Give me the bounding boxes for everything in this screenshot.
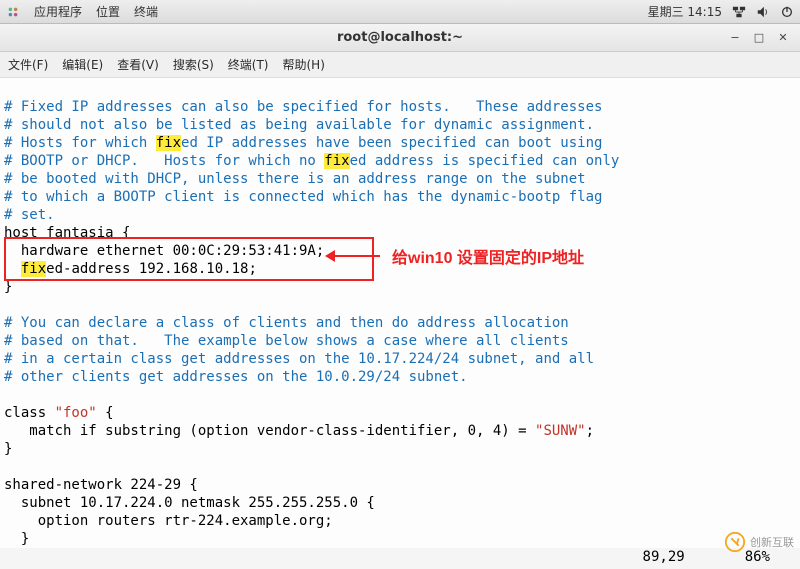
watermark-icon <box>724 531 746 553</box>
code-line: fixed-address 192.168.10.18; <box>4 261 257 277</box>
code-line: } <box>4 441 12 457</box>
comment-line: # You can declare a class of clients and… <box>4 315 569 331</box>
comment-line: # be booted with DHCP, unless there is a… <box>4 171 586 187</box>
comment-line: # to which a BOOTP client is connected w… <box>4 189 602 205</box>
highlight-fix: fix <box>21 261 46 277</box>
menu-file[interactable]: 文件(F) <box>8 56 48 73</box>
comment-line: # other clients get addresses on the 10.… <box>4 369 468 385</box>
comment-line: # based on that. The example below shows… <box>4 333 569 349</box>
code-line: match if substring (option vendor-class-… <box>4 423 594 439</box>
terminal-viewport[interactable]: # Fixed IP addresses can also be specifi… <box>0 78 800 548</box>
watermark: 创新互联 <box>724 531 794 553</box>
string-literal: "SUNW" <box>535 423 586 439</box>
highlight-fix: fix <box>324 153 349 169</box>
power-icon[interactable] <box>780 5 794 19</box>
app-menubar: 文件(F) 编辑(E) 查看(V) 搜索(S) 终端(T) 帮助(H) <box>0 52 800 78</box>
string-literal: "foo" <box>55 405 97 421</box>
watermark-text: 创新互联 <box>750 534 794 550</box>
menu-help[interactable]: 帮助(H) <box>283 56 325 73</box>
menu-edit[interactable]: 编辑(E) <box>62 56 103 73</box>
network-icon[interactable] <box>732 5 746 19</box>
comment-line: # BOOTP or DHCP. Hosts for which no fixe… <box>4 153 619 169</box>
code-line: host fantasia { <box>4 225 130 241</box>
window-titlebar: root@localhost:~ − □ ✕ <box>0 24 800 52</box>
window-title: root@localhost:~ <box>0 30 800 45</box>
comment-line: # Hosts for which fixed IP addresses hav… <box>4 135 602 151</box>
code-line: } <box>4 531 29 547</box>
cursor-position: 89,29 <box>643 549 685 565</box>
activities-icon[interactable] <box>6 5 20 19</box>
code-line: } <box>4 279 12 295</box>
menu-terminal-app[interactable]: 终端(T) <box>228 56 269 73</box>
menu-terminal[interactable]: 终端 <box>134 3 158 20</box>
menu-places[interactable]: 位置 <box>96 3 120 20</box>
code-line: subnet 10.17.224.0 netmask 255.255.255.0… <box>4 495 375 511</box>
highlight-fix: fix <box>156 135 181 151</box>
menu-view[interactable]: 查看(V) <box>117 56 159 73</box>
code-line: shared-network 224-29 { <box>4 477 198 493</box>
topbar-right: 星期三 14:15 <box>648 3 794 20</box>
code-line: hardware ethernet 00:0C:29:53:41:9A; <box>4 243 324 259</box>
comment-line: # should not also be listed as being ava… <box>4 117 594 133</box>
desktop-topbar: 应用程序 位置 终端 星期三 14:15 <box>0 0 800 24</box>
comment-line: # in a certain class get addresses on th… <box>4 351 594 367</box>
topbar-left: 应用程序 位置 终端 <box>6 3 158 20</box>
comment-line: # set. <box>4 207 55 223</box>
code-line: option routers rtr-224.example.org; <box>4 513 333 529</box>
volume-icon[interactable] <box>756 5 770 19</box>
menu-applications[interactable]: 应用程序 <box>34 3 82 20</box>
comment-line: # Fixed IP addresses can also be specifi… <box>4 99 602 115</box>
menu-search[interactable]: 搜索(S) <box>173 56 214 73</box>
clock-label[interactable]: 星期三 14:15 <box>648 3 722 20</box>
code-line: class "foo" { <box>4 405 114 421</box>
